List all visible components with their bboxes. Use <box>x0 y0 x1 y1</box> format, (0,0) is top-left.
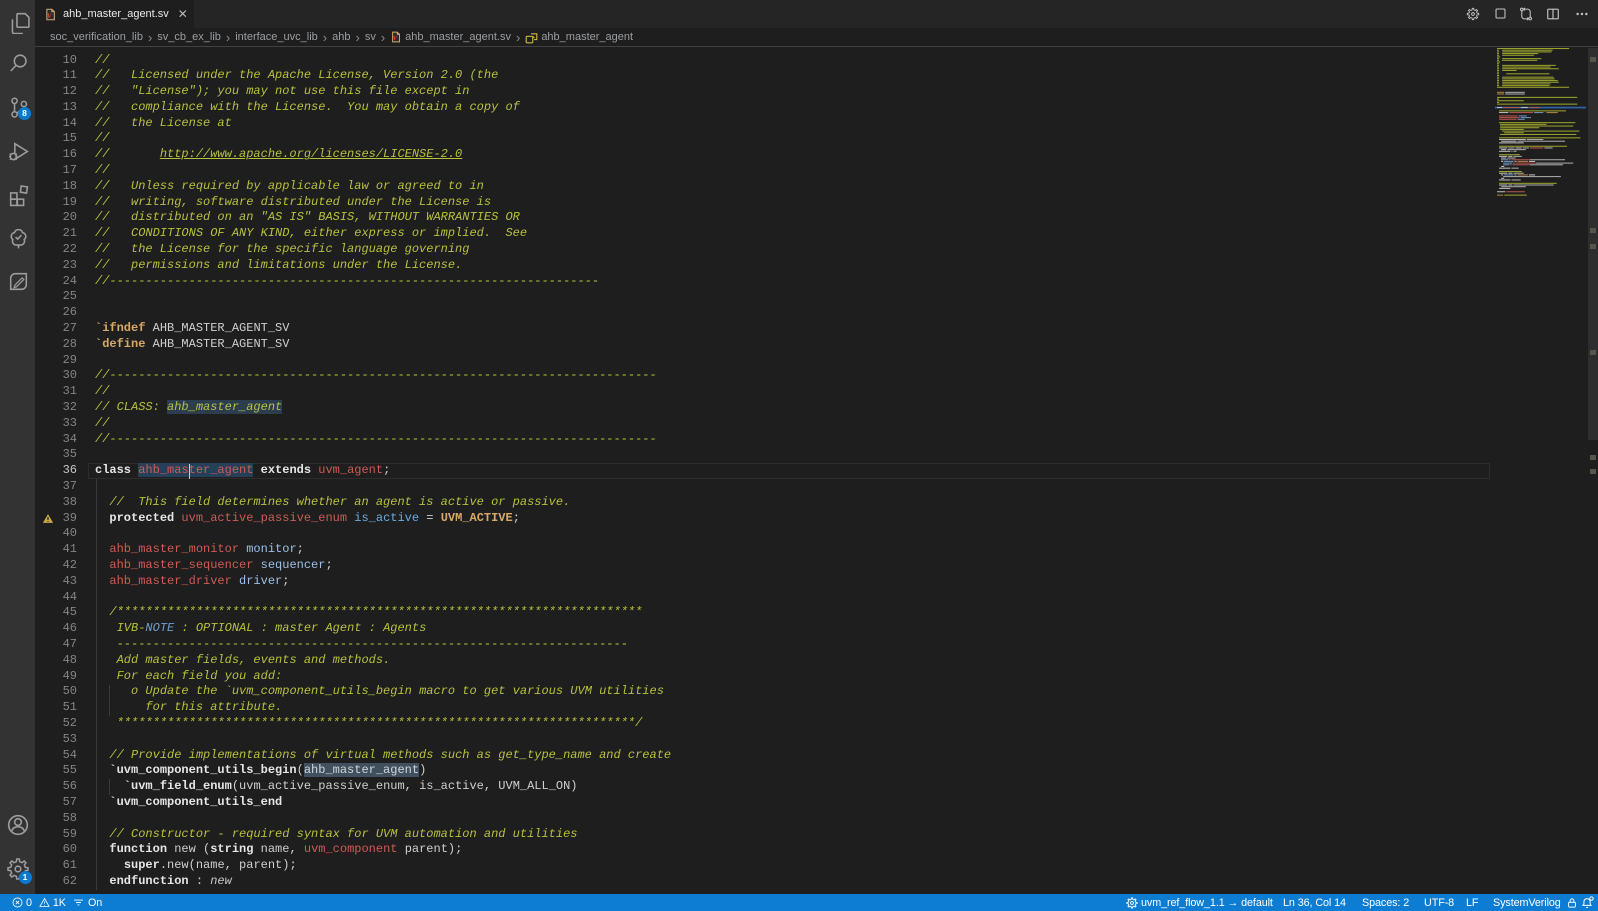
svg-text:v: v <box>393 33 397 42</box>
